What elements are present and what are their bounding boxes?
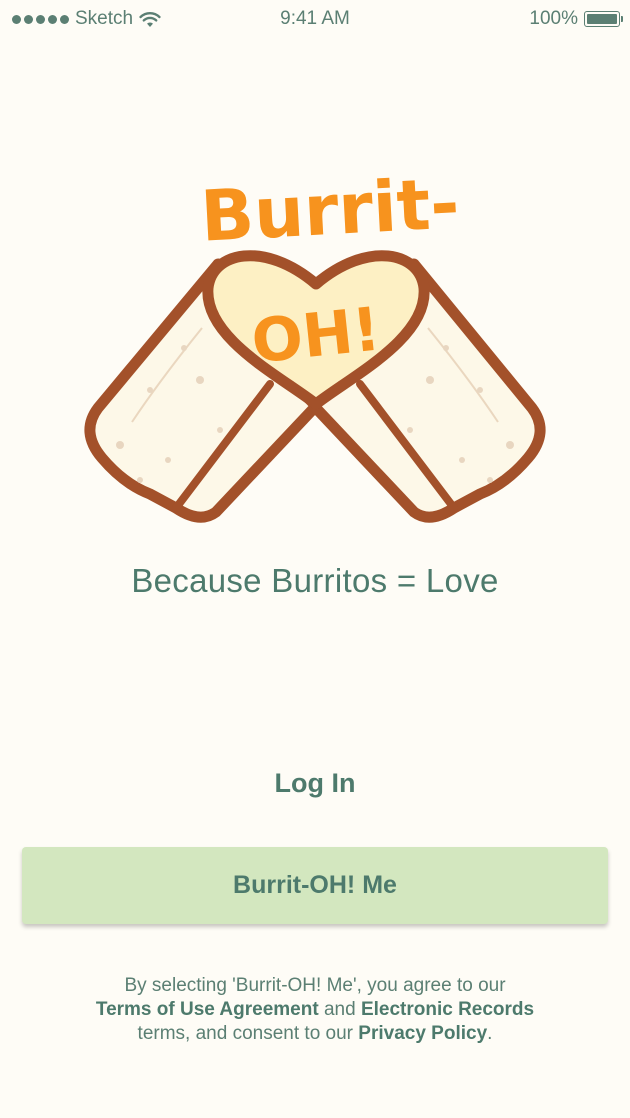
logo-title: Burrit- [199, 162, 462, 257]
terms-and: and [318, 999, 361, 1020]
electronic-records-link[interactable]: Electronic Records [361, 999, 534, 1020]
burritoh-me-button[interactable]: Burrit-OH! Me [22, 847, 608, 924]
privacy-policy-link[interactable]: Privacy Policy [358, 1023, 487, 1044]
terms-line-1: By selecting 'Burrit-OH! Me', you agree … [124, 975, 506, 996]
battery-icon [584, 11, 623, 27]
terms-of-use-link[interactable]: Terms of Use Agreement [96, 999, 319, 1020]
login-link[interactable]: Log In [0, 768, 630, 799]
tagline: Because Burritos = Love [131, 562, 499, 599]
status-bar: Sketch 9:41 AM 100% [0, 0, 630, 40]
heart-text: OH! [248, 294, 383, 377]
burrito-logo: OH! Burrit- [84, 162, 546, 523]
terms-notice: By selecting 'Burrit-OH! Me', you agree … [40, 974, 590, 1046]
terms-line-3: terms, and consent to our [137, 1023, 359, 1044]
battery-percent: 100% [529, 8, 578, 29]
status-right: 100% [529, 8, 623, 30]
terms-period: . [487, 1023, 493, 1044]
